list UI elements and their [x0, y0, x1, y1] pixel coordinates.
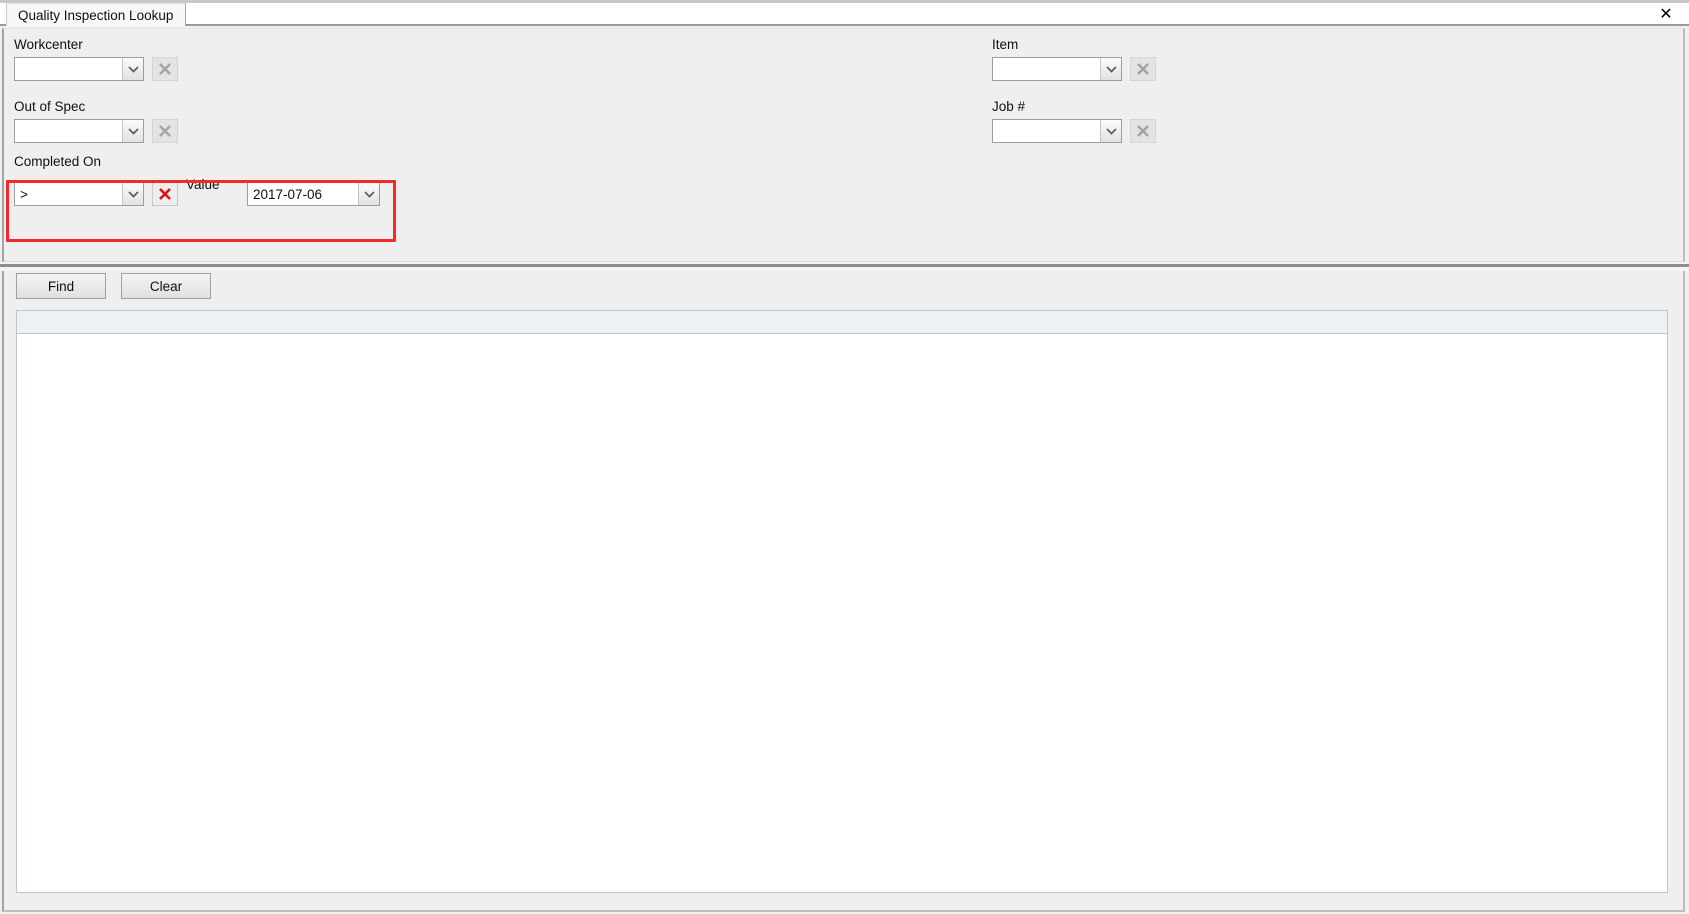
item-value[interactable] — [993, 58, 1100, 80]
grid-body[interactable] — [17, 335, 1667, 892]
completed-on-operator-combobox[interactable]: > — [14, 182, 144, 206]
completed-on-clear-button[interactable] — [152, 182, 178, 206]
label-item: Item — [992, 37, 1019, 52]
close-x-icon — [159, 125, 171, 137]
close-x-icon — [159, 188, 171, 200]
find-button-label: Find — [47, 278, 75, 294]
chevron-down-icon[interactable] — [1100, 58, 1121, 80]
tab-strip: Quality Inspection Lookup ✕ — [0, 0, 1689, 26]
grid-header-row[interactable] — [17, 311, 1667, 334]
workcenter-combobox[interactable] — [14, 57, 144, 81]
completed-on-date-combobox[interactable]: 2017-07-06 — [247, 182, 380, 206]
completed-on-operator-value[interactable]: > — [15, 183, 122, 205]
panel-splitter[interactable] — [0, 262, 1689, 271]
results-grid[interactable] — [16, 310, 1668, 893]
out-of-spec-value[interactable] — [15, 120, 122, 142]
close-x-icon — [1137, 63, 1149, 75]
out-of-spec-clear-button[interactable] — [152, 119, 178, 143]
clear-button-label: Clear — [149, 278, 183, 294]
close-x-icon — [159, 63, 171, 75]
tab-label: Quality Inspection Lookup — [18, 7, 174, 23]
out-of-spec-combobox[interactable] — [14, 119, 144, 143]
label-workcenter: Workcenter — [14, 37, 83, 52]
workcenter-value[interactable] — [15, 58, 122, 80]
completed-on-date-value[interactable]: 2017-07-06 — [248, 183, 358, 205]
close-x-icon — [1137, 125, 1149, 137]
close-icon[interactable]: ✕ — [1655, 3, 1677, 24]
chevron-down-icon[interactable] — [122, 183, 143, 205]
job-number-value[interactable] — [993, 120, 1100, 142]
item-clear-button[interactable] — [1130, 57, 1156, 81]
job-number-clear-button[interactable] — [1130, 119, 1156, 143]
filter-criteria-panel: Workcenter Out of Spec Item Job # Comple… — [2, 28, 1685, 262]
item-combobox[interactable] — [992, 57, 1122, 81]
label-job-number: Job # — [992, 99, 1026, 114]
tab-quality-inspection-lookup[interactable]: Quality Inspection Lookup — [6, 3, 187, 26]
chevron-down-icon[interactable] — [358, 183, 379, 205]
clear-button[interactable]: Clear — [121, 273, 211, 299]
label-completed-on: Completed On — [14, 154, 102, 169]
label-completed-on-value: Value — [186, 177, 220, 192]
job-number-combobox[interactable] — [992, 119, 1122, 143]
chevron-down-icon[interactable] — [122, 58, 143, 80]
find-button[interactable]: Find — [16, 273, 106, 299]
chevron-down-icon[interactable] — [122, 120, 143, 142]
results-panel: Find Clear — [2, 271, 1685, 912]
application-window: Quality Inspection Lookup ✕ Workcenter O… — [0, 0, 1689, 914]
workcenter-clear-button[interactable] — [152, 57, 178, 81]
label-out-of-spec: Out of Spec — [14, 99, 86, 114]
chevron-down-icon[interactable] — [1100, 120, 1121, 142]
